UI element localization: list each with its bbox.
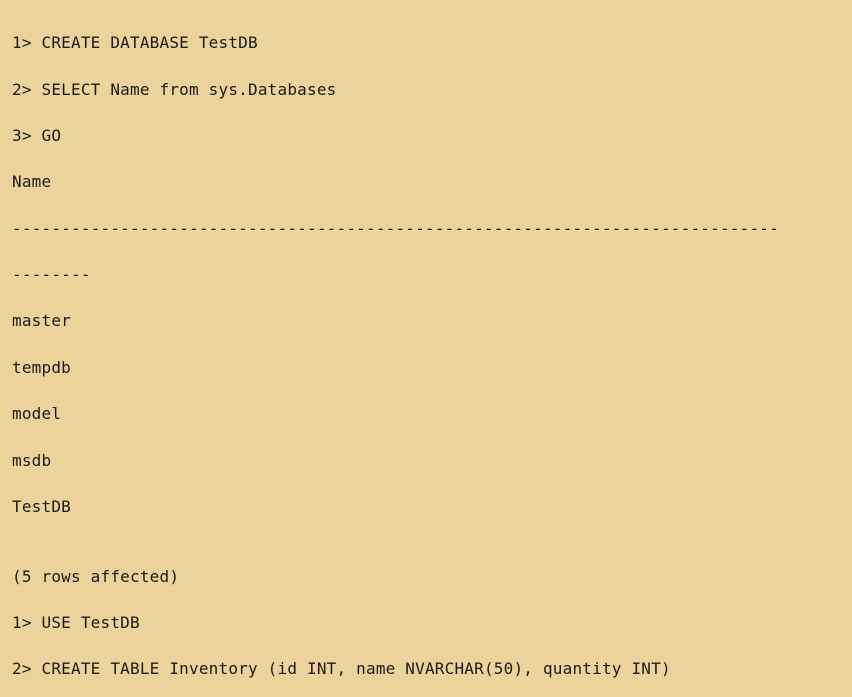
sql-terminal[interactable]: 1> CREATE DATABASE TestDB 2> SELECT Name…: [0, 0, 852, 697]
prompt-line: 1> USE TestDB: [12, 611, 840, 634]
rows-affected: (5 rows affected): [12, 565, 840, 588]
result-divider: ----------------------------------------…: [12, 217, 840, 240]
prompt-line: 3> GO: [12, 124, 840, 147]
result-row: tempdb: [12, 356, 840, 379]
prompt-line: 2> CREATE TABLE Inventory (id INT, name …: [12, 657, 840, 680]
result-row: TestDB: [12, 495, 840, 518]
result-row: model: [12, 402, 840, 425]
result-row: master: [12, 309, 840, 332]
result-header: Name: [12, 170, 840, 193]
result-row: msdb: [12, 449, 840, 472]
prompt-line: 1> CREATE DATABASE TestDB: [12, 31, 840, 54]
result-divider: --------: [12, 263, 840, 286]
prompt-line: 2> SELECT Name from sys.Databases: [12, 78, 840, 101]
